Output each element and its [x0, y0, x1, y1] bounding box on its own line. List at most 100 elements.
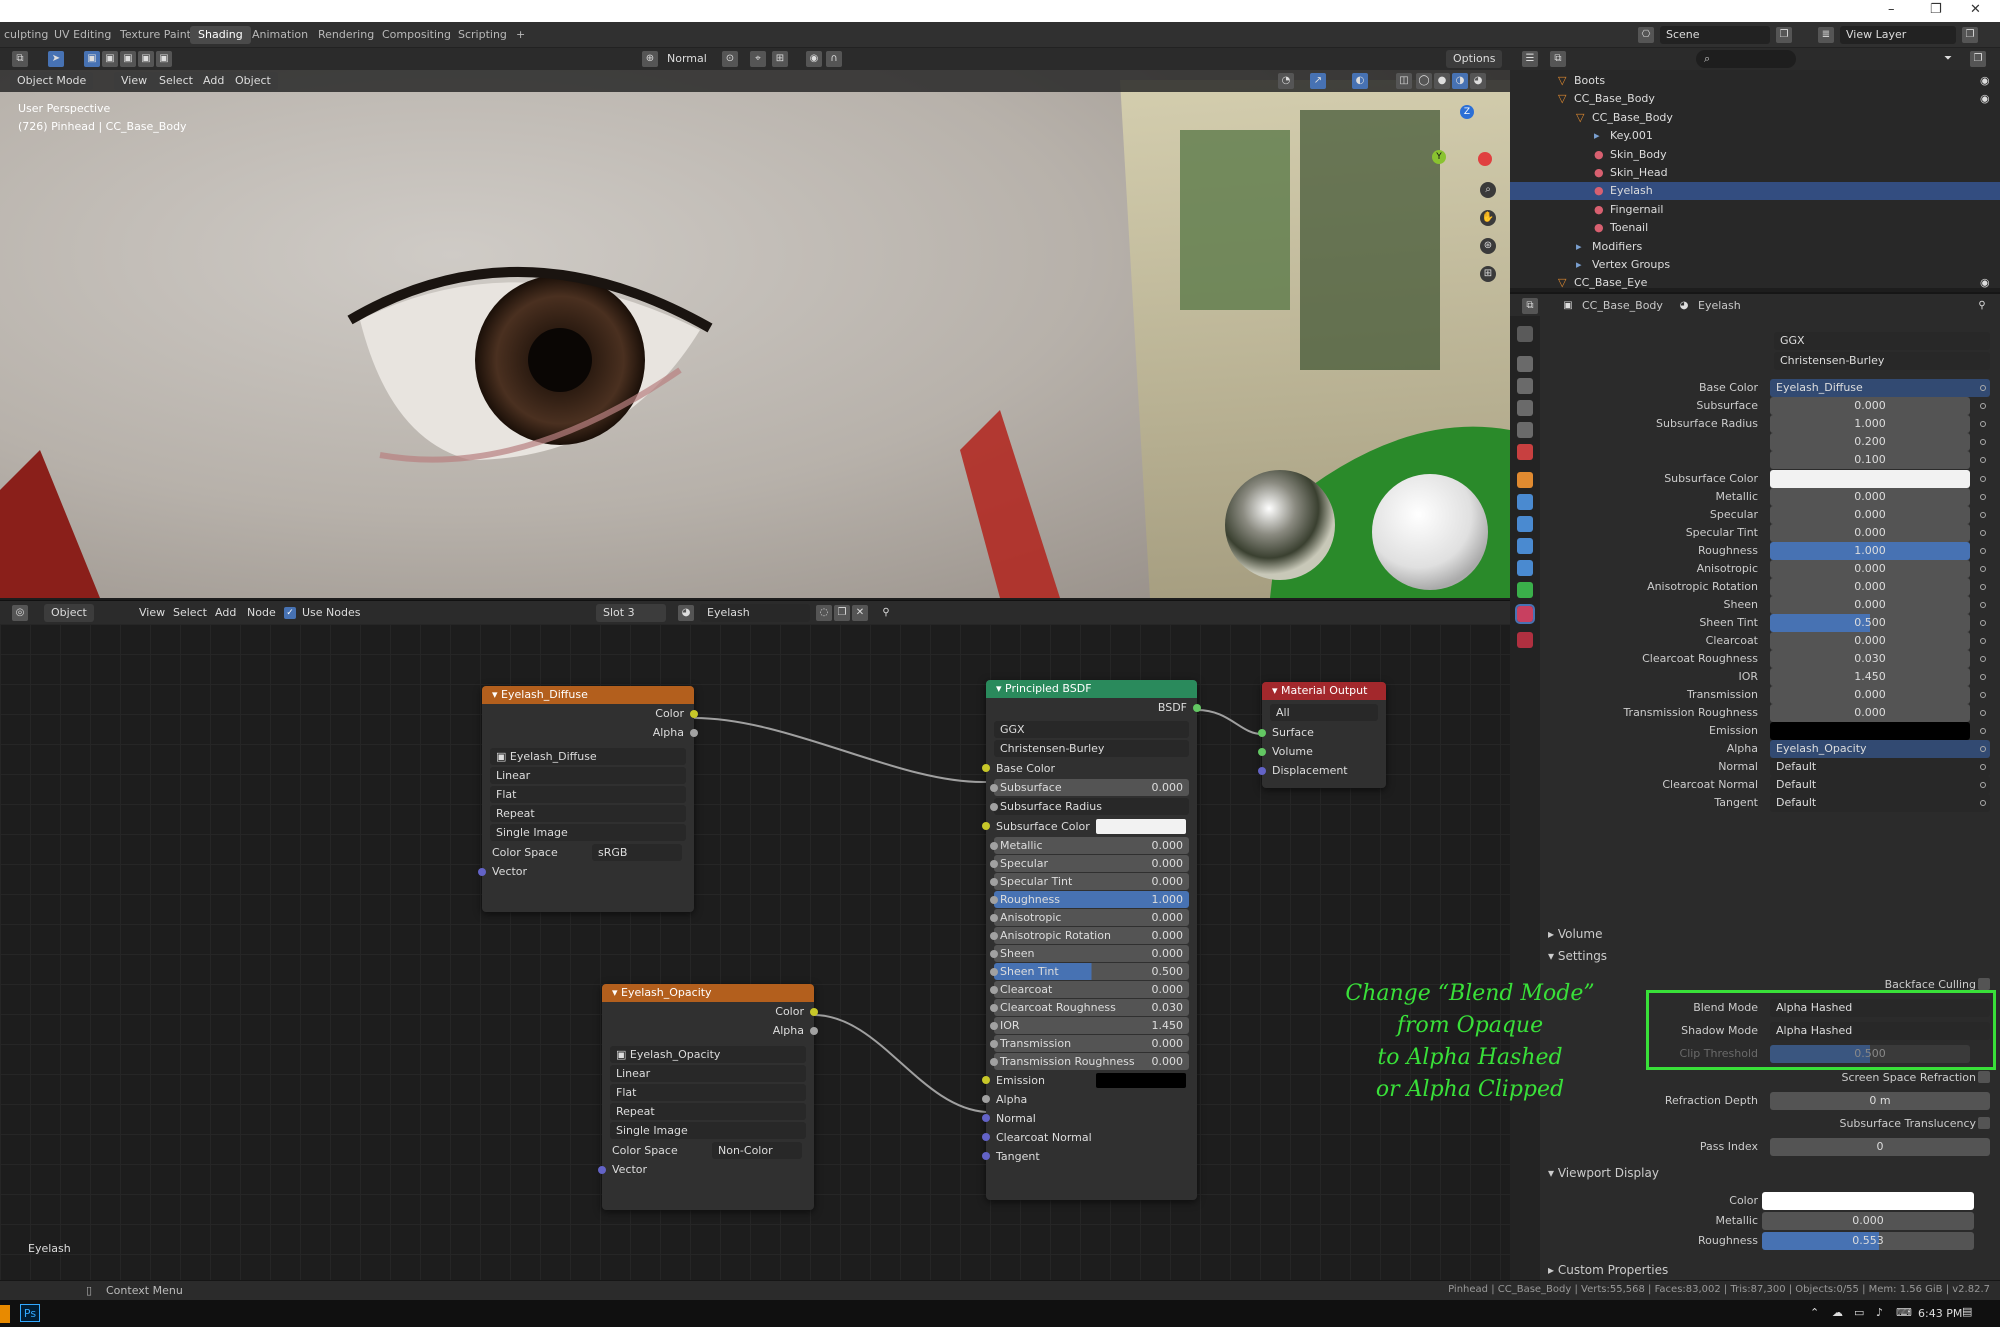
outliner-row[interactable]: ▽ CC_Base_Body: [1510, 109, 2000, 127]
object-mode-dropdown[interactable]: Object Mode: [10, 72, 94, 90]
color-output-socket[interactable]: [690, 710, 698, 718]
input-socket[interactable]: [990, 842, 998, 850]
material-input-field[interactable]: [1770, 470, 1970, 488]
editor-type-icon[interactable]: ⧉: [12, 51, 28, 67]
input-socket[interactable]: [982, 764, 990, 772]
input-socket[interactable]: [982, 1076, 990, 1084]
material-input-field[interactable]: Eyelash_Diffuse: [1770, 379, 1990, 397]
node-diffuse-interpolation[interactable]: Linear: [490, 767, 686, 784]
keyframe-dot-icon[interactable]: [1980, 602, 1986, 608]
physics-tab-icon[interactable]: [1517, 538, 1533, 554]
input-socket[interactable]: [990, 784, 998, 792]
subsurface-translucency-checkbox[interactable]: [1978, 1117, 1990, 1129]
node-opacity-image-field[interactable]: ▣ Eyelash_Opacity: [610, 1046, 806, 1063]
bsdf-input-row[interactable]: Transmission Roughness 0.000: [990, 1053, 1189, 1070]
material-input-field[interactable]: 0.000: [1770, 704, 1970, 722]
image-texture-node-diffuse[interactable]: ▾ Eyelash_Diffuse Color Alpha ▣ Eyelash_…: [478, 686, 698, 912]
keyframe-dot-icon[interactable]: [1980, 620, 1986, 626]
blender-taskbar-icon[interactable]: [0, 1305, 10, 1323]
material-shading-icon[interactable]: ◑: [1452, 73, 1468, 89]
keyframe-dot-icon[interactable]: [1980, 476, 1986, 482]
overlay-toggle-icon[interactable]: ◐: [1352, 73, 1368, 89]
tab-uv-editing[interactable]: UV Editing: [46, 26, 119, 44]
bsdf-input-row[interactable]: Clearcoat Roughness 0.030: [990, 999, 1189, 1016]
bsdf-input-row[interactable]: Specular Tint 0.000: [990, 873, 1189, 890]
input-socket[interactable]: [990, 968, 998, 976]
tray-chevron-icon[interactable]: ⌃: [1810, 1306, 1819, 1319]
node-node-menu[interactable]: Node: [240, 604, 283, 622]
node-bsdf-subsurface-method[interactable]: Christensen-Burley: [994, 740, 1189, 757]
material-input-field[interactable]: 1.000: [1770, 542, 1970, 560]
falloff-icon[interactable]: ∩: [826, 51, 842, 67]
tab-compositing[interactable]: Compositing: [374, 26, 459, 44]
keyframe-dot-icon[interactable]: [1980, 692, 1986, 698]
new-view-layer-icon[interactable]: ❐: [1962, 27, 1978, 43]
material-input-field[interactable]: 0.000: [1770, 524, 1970, 542]
keyframe-dot-icon[interactable]: [1980, 494, 1986, 500]
snap-icon[interactable]: ⌖: [750, 51, 766, 67]
backface-culling-checkbox[interactable]: [1978, 978, 1990, 990]
visibility-icon[interactable]: ◔: [1278, 73, 1294, 89]
view-layer-icon[interactable]: ≣: [1818, 27, 1834, 43]
tab-texture-paint[interactable]: Texture Paint: [112, 26, 199, 44]
principled-bsdf-node[interactable]: ▾ Principled BSDF BSDF GGX Christensen-B…: [982, 680, 1201, 1200]
add-menu[interactable]: Add: [196, 72, 232, 90]
gizmo-x-axis[interactable]: [1478, 152, 1492, 166]
bsdf-input-row[interactable]: Anisotropic 0.000: [990, 909, 1189, 926]
bsdf-input-row[interactable]: IOR 1.450: [990, 1017, 1189, 1034]
properties-type-icon[interactable]: ⧉: [1522, 298, 1538, 314]
node-diffuse-extension[interactable]: Repeat: [490, 805, 686, 822]
shader-type-dropdown[interactable]: Object: [44, 604, 94, 622]
modifier-tab-icon[interactable]: [1517, 494, 1533, 510]
use-nodes-checkbox[interactable]: ✓: [284, 607, 296, 619]
tool-tab-icon[interactable]: [1517, 326, 1533, 342]
volume-icon[interactable]: ♪: [1876, 1306, 1883, 1319]
outliner-row[interactable]: ▸ Vertex Groups: [1510, 256, 2000, 274]
keyframe-dot-icon[interactable]: [1980, 746, 1986, 752]
scene-icon[interactable]: ⎔: [1638, 27, 1654, 43]
pin-icon[interactable]: ⚲: [878, 605, 894, 621]
gizmo-y-axis[interactable]: Y: [1432, 150, 1446, 164]
input-socket[interactable]: [982, 822, 990, 830]
filter-icon[interactable]: ⏷: [1940, 51, 1956, 67]
keyframe-dot-icon[interactable]: [1980, 566, 1986, 572]
material-name-field[interactable]: Eyelash: [700, 604, 810, 622]
snap-target-icon[interactable]: ⊞: [772, 51, 788, 67]
color-swatch[interactable]: [1096, 819, 1186, 834]
select-subtract-icon[interactable]: ▣: [120, 51, 136, 67]
settings-section-header[interactable]: ▾ Settings: [1548, 949, 1607, 963]
display-mode-icon[interactable]: ⧉: [1550, 51, 1566, 67]
photoshop-taskbar-icon[interactable]: Ps: [20, 1304, 40, 1322]
duplicate-material-icon[interactable]: ❐: [834, 605, 850, 621]
object-tab-icon[interactable]: [1517, 472, 1533, 488]
volume-section-header[interactable]: ▸ Volume: [1548, 927, 1602, 941]
material-input-field[interactable]: 0.000: [1770, 686, 1970, 704]
material-input-field[interactable]: 1.000: [1770, 415, 1970, 433]
outliner-row[interactable]: ● Skin_Body: [1510, 146, 2000, 164]
node-output-target-dropdown[interactable]: All: [1270, 704, 1378, 721]
material-browse-icon[interactable]: ◕: [678, 605, 694, 621]
material-tab-icon[interactable]: [1515, 604, 1535, 624]
keyframe-dot-icon[interactable]: [1980, 403, 1986, 409]
material-input-field[interactable]: 0.000: [1770, 596, 1970, 614]
node-add-menu[interactable]: Add: [208, 604, 243, 622]
keyframe-dot-icon[interactable]: [1980, 439, 1986, 445]
node-opacity-title[interactable]: ▾ Eyelash_Opacity: [602, 984, 814, 1002]
material-input-field[interactable]: 0.000: [1770, 578, 1970, 596]
outliner-row[interactable]: ● Eyelash: [1510, 182, 2000, 201]
data-tab-icon[interactable]: [1517, 582, 1533, 598]
select-intersect-icon[interactable]: ▣: [156, 51, 172, 67]
material-slot-dropdown[interactable]: Slot 3: [596, 604, 666, 622]
material-input-field[interactable]: 0.000: [1770, 632, 1970, 650]
input-socket[interactable]: [990, 1058, 998, 1066]
bsdf-input-row[interactable]: Sheen 0.000: [990, 945, 1189, 962]
material-input-field[interactable]: 1.450: [1770, 668, 1970, 686]
pivot-icon[interactable]: ⊙: [722, 51, 738, 67]
vd-color-swatch[interactable]: [1762, 1192, 1974, 1210]
keyframe-dot-icon[interactable]: [1980, 800, 1986, 806]
node-opacity-projection[interactable]: Flat: [610, 1084, 806, 1101]
bsdf-input-row[interactable]: Sheen Tint 0.500: [990, 963, 1189, 980]
node-opacity-interpolation[interactable]: Linear: [610, 1065, 806, 1082]
outliner-row[interactable]: ▽ CC_Base_Eye ◉: [1510, 274, 2000, 292]
input-socket[interactable]: [990, 1040, 998, 1048]
